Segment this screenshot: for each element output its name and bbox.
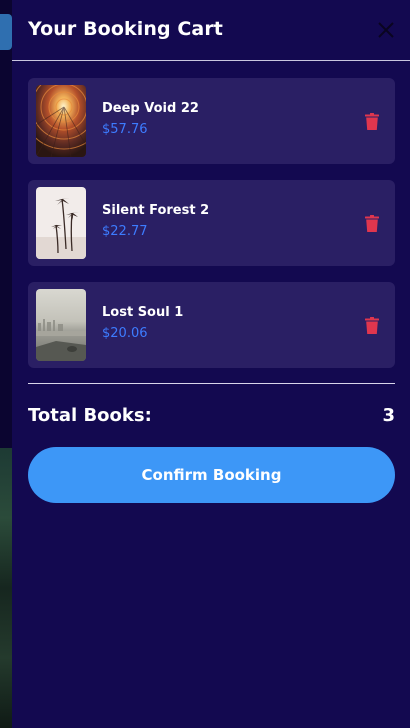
- book-title: Deep Void 22: [102, 101, 199, 116]
- delete-button[interactable]: [365, 113, 379, 130]
- confirm-booking-button[interactable]: Confirm Booking: [28, 447, 395, 503]
- book-thumbnail: [36, 85, 86, 157]
- trash-icon: [365, 317, 379, 334]
- drawer-header: Your Booking Cart: [12, 0, 410, 61]
- book-title: Lost Soul 1: [102, 305, 184, 320]
- cart-item: Deep Void 22 $57.76: [28, 78, 395, 164]
- spiral-architecture-image: [36, 85, 86, 157]
- book-thumbnail: [36, 187, 86, 259]
- delete-button[interactable]: [365, 317, 379, 334]
- book-price: $57.76: [102, 122, 148, 137]
- palm-trees-image: [36, 187, 86, 259]
- total-books-label: Total Books:: [28, 405, 152, 426]
- total-books-row: Total Books: 3: [28, 405, 395, 431]
- trash-icon: [365, 113, 379, 130]
- background-button-edge: [0, 14, 12, 50]
- book-thumbnail: [36, 289, 86, 361]
- book-price: $20.06: [102, 326, 148, 341]
- close-icon: [378, 22, 394, 38]
- app-viewport: Your Booking Cart Deep Void 22 $57.76 Si…: [0, 0, 410, 728]
- foggy-shoreline-image: [36, 289, 86, 361]
- book-title: Silent Forest 2: [102, 203, 210, 218]
- drawer-title: Your Booking Cart: [28, 18, 223, 40]
- book-price: $22.77: [102, 224, 148, 239]
- close-button[interactable]: [376, 20, 396, 40]
- summary-divider: [28, 383, 395, 384]
- booking-cart-drawer: Your Booking Cart Deep Void 22 $57.76 Si…: [12, 0, 410, 728]
- delete-button[interactable]: [365, 215, 379, 232]
- background-page: [0, 0, 12, 728]
- trash-icon: [365, 215, 379, 232]
- cart-item: Silent Forest 2 $22.77: [28, 180, 395, 266]
- cart-item: Lost Soul 1 $20.06: [28, 282, 395, 368]
- background-image-edge: [0, 448, 12, 728]
- total-books-count: 3: [382, 405, 395, 426]
- cart-item-list: Deep Void 22 $57.76 Silent Forest 2 $22.…: [28, 78, 395, 384]
